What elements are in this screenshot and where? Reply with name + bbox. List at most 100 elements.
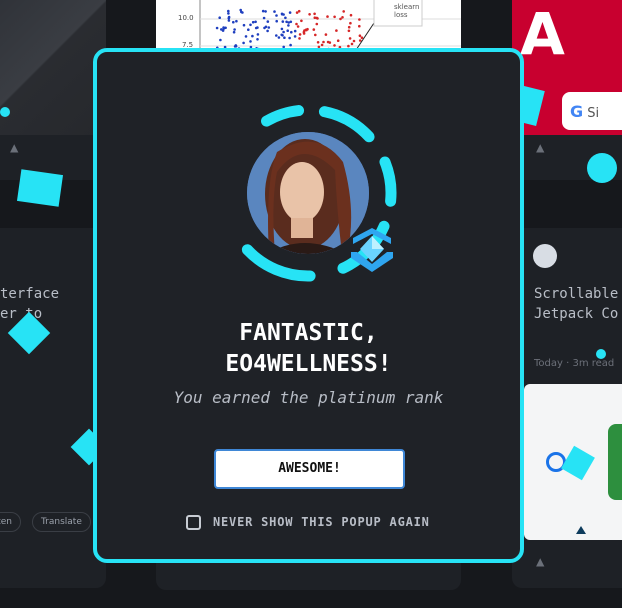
- scatter-point: [313, 16, 317, 20]
- scatter-point: [326, 15, 329, 18]
- scatter-point: [339, 17, 342, 21]
- popup-title: FANTASTIC, EO4WELLNESS!: [97, 318, 520, 380]
- scatter-point: [277, 36, 281, 39]
- scatter-point: [287, 21, 290, 24]
- scatter-point: [333, 15, 336, 19]
- scatter-point: [293, 29, 297, 33]
- confetti-piece: [16, 169, 64, 207]
- scatter-point: [267, 26, 271, 29]
- scatter-point: [295, 11, 299, 14]
- avatar-container: [213, 98, 403, 288]
- scatter-point: [215, 26, 219, 30]
- card-meta: Today · 3m read: [534, 358, 615, 369]
- scatter-point: [313, 12, 316, 16]
- scatter-point: [352, 39, 356, 43]
- scatter-point: [358, 24, 361, 28]
- google-icon: G: [570, 102, 584, 121]
- scatter-point: [349, 21, 352, 25]
- scatter-point: [227, 9, 230, 13]
- scatter-point: [256, 26, 259, 29]
- scatter-point: [275, 19, 278, 23]
- popup-subtitle: You earned the platinum rank: [173, 388, 444, 407]
- shape-graphic: [608, 424, 622, 500]
- scatter-point: [349, 13, 353, 17]
- scatter-point: [220, 28, 223, 31]
- scatter-point: [360, 36, 364, 39]
- scatter-point: [281, 20, 285, 23]
- scatter-point: [298, 33, 302, 36]
- scatter-point: [347, 25, 351, 29]
- scatter-point: [326, 40, 330, 44]
- scatter-point: [300, 19, 303, 23]
- upvote-icon[interactable]: ▲: [536, 140, 544, 156]
- scatter-point: [308, 13, 311, 16]
- awesome-button[interactable]: AWESOME!: [214, 449, 405, 489]
- scatter-point: [314, 33, 317, 37]
- source-icon: [533, 244, 557, 268]
- scatter-point: [333, 44, 336, 47]
- scatter-point: [247, 28, 250, 31]
- listen-chip[interactable]: Listen: [0, 512, 21, 532]
- scatter-point: [295, 22, 298, 26]
- scatter-point: [218, 16, 221, 20]
- scatter-point: [315, 22, 319, 26]
- scatter-point: [336, 39, 340, 42]
- upvote-icon[interactable]: ▲: [10, 140, 18, 156]
- scatter-point: [273, 10, 276, 13]
- scatter-point: [358, 39, 362, 42]
- chart-legend: sklearn loss: [394, 3, 420, 19]
- scatter-point: [234, 44, 238, 47]
- scatter-point: [266, 29, 269, 33]
- scatter-point: [256, 33, 260, 36]
- scatter-point: [282, 30, 285, 34]
- chart-tick: 10.0: [178, 14, 194, 22]
- scatter-point: [227, 15, 231, 19]
- feed-card[interactable]: terface er to Listen Translate: [0, 228, 106, 588]
- scatter-point: [280, 33, 283, 37]
- scatter-point: [261, 9, 265, 13]
- confetti-dot: [587, 153, 617, 183]
- scatter-point: [222, 26, 225, 29]
- scatter-point: [266, 20, 270, 23]
- scatter-point: [306, 27, 309, 31]
- scatter-point: [251, 34, 254, 38]
- upvote-icon[interactable]: ▲: [536, 554, 544, 570]
- scatter-point: [324, 33, 328, 36]
- scatter-point: [293, 35, 297, 38]
- scatter-point: [320, 43, 324, 47]
- never-show-again-option[interactable]: NEVER SHOW THIS POPUP AGAIN: [186, 512, 430, 532]
- scatter-point: [280, 13, 284, 16]
- scatter-point: [249, 40, 252, 43]
- scatter-point: [335, 29, 338, 32]
- scatter-point: [256, 38, 259, 41]
- confetti-dot: [596, 349, 606, 359]
- scatter-point: [284, 16, 287, 20]
- confetti-dot: [0, 107, 10, 117]
- feed-card[interactable]: ▲: [0, 0, 106, 180]
- scatter-point: [298, 37, 301, 40]
- rank-up-popup: FANTASTIC, EO4WELLNESS! You earned the p…: [93, 48, 524, 563]
- never-show-label: NEVER SHOW THIS POPUP AGAIN: [213, 515, 430, 529]
- scatter-point: [275, 34, 278, 37]
- platinum-rank-icon: [351, 228, 393, 272]
- scatter-point: [239, 8, 242, 12]
- scatter-point: [358, 18, 361, 21]
- scatter-point: [289, 43, 292, 47]
- scatter-point: [312, 28, 316, 31]
- never-show-checkbox[interactable]: [186, 514, 201, 530]
- scatter-point: [251, 20, 255, 24]
- scatter-point: [316, 41, 320, 44]
- scatter-point: [219, 38, 222, 42]
- popup-title-line: EO4WELLNESS!: [225, 351, 392, 377]
- scatter-point: [262, 16, 266, 20]
- scatter-point: [249, 23, 252, 27]
- scatter-point: [242, 41, 245, 45]
- scatter-point: [232, 20, 235, 24]
- card-thumbnail: [0, 0, 106, 135]
- scatter-point: [275, 14, 278, 17]
- translate-chip[interactable]: Translate: [32, 512, 91, 532]
- scatter-point: [233, 28, 236, 31]
- scatter-point: [316, 17, 319, 20]
- scatter-point: [288, 11, 292, 14]
- scatter-point: [227, 19, 231, 22]
